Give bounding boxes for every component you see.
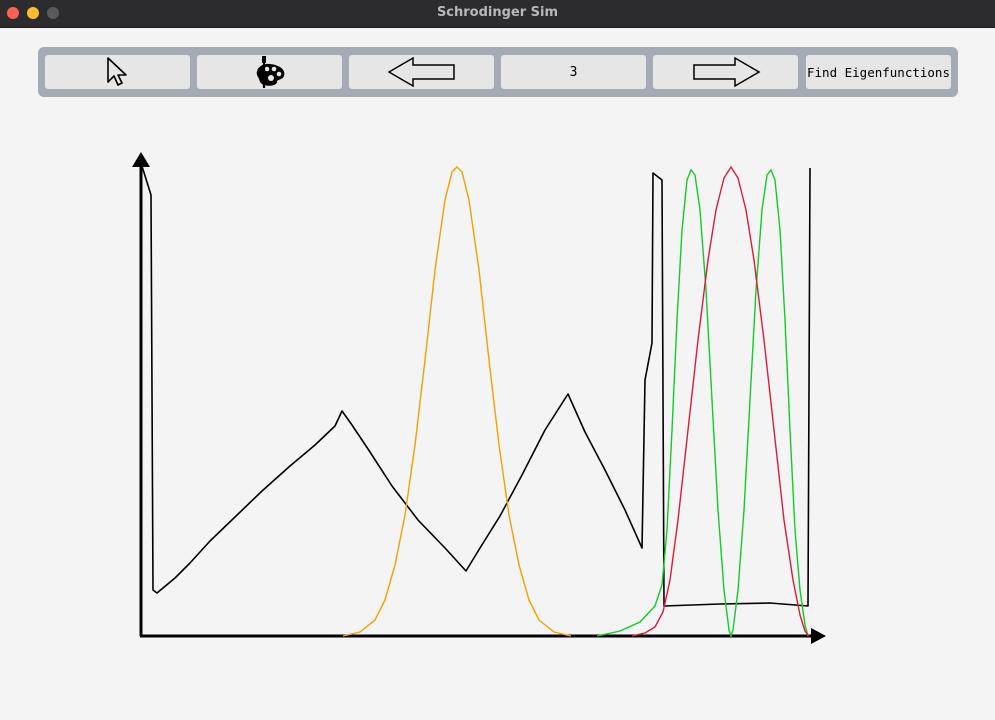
eigenfunction-red-curve bbox=[631, 165, 810, 637]
potential-curve bbox=[140, 162, 811, 607]
eigenfunction-orange-curve bbox=[342, 166, 572, 637]
x-axis-arrowhead bbox=[811, 628, 826, 644]
eigenfunction-green-curve bbox=[596, 168, 809, 639]
plot-area[interactable] bbox=[0, 0, 995, 720]
